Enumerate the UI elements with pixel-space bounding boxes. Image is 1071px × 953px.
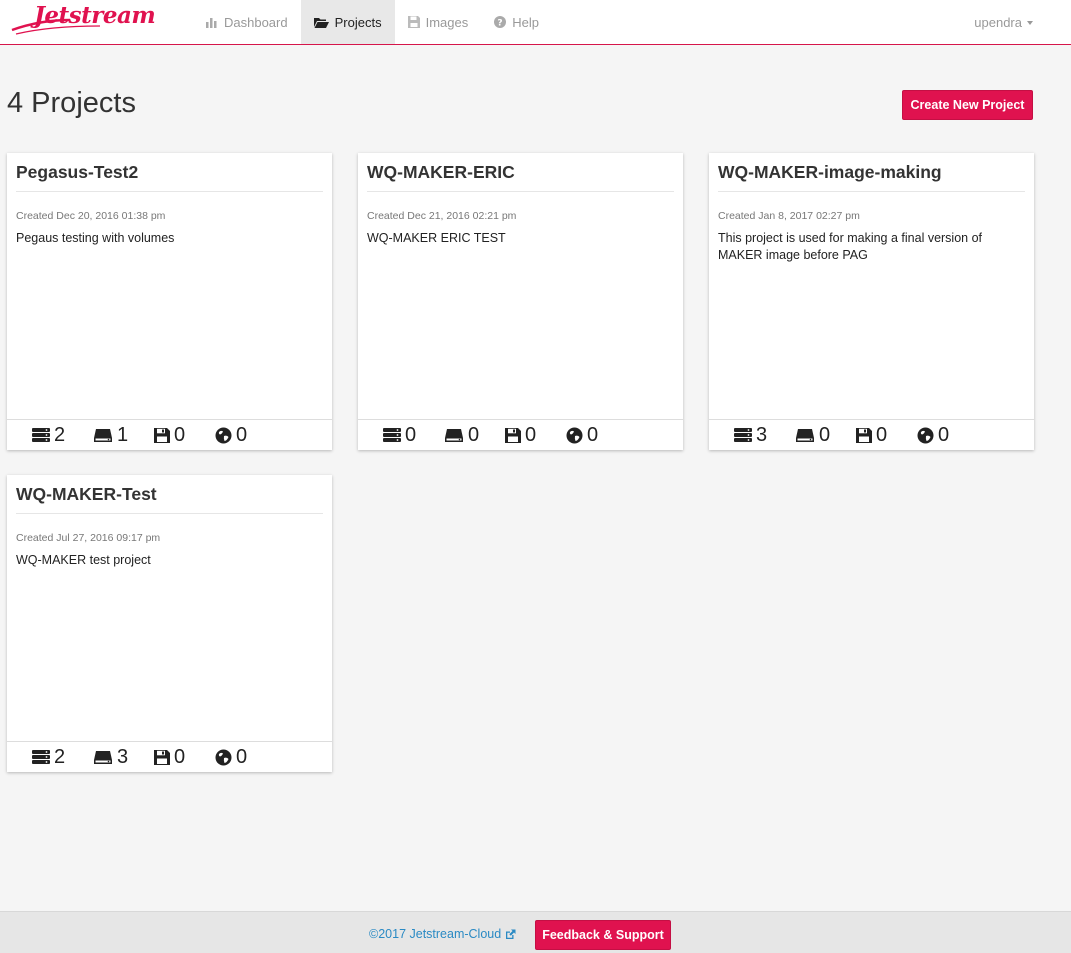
project-resource-counts: 2 3 0 0 <box>7 741 332 772</box>
project-title[interactable]: WQ-MAKER-ERIC <box>367 162 674 192</box>
volumes-count[interactable]: 0 <box>795 424 856 447</box>
project-card[interactable]: WQ-MAKER-ERIC Created Dec 21, 2016 02:21… <box>358 153 683 450</box>
server-stack-icon <box>32 428 50 442</box>
instances-count[interactable]: 2 <box>32 424 93 447</box>
nav-item-projects[interactable]: Projects <box>300 0 395 44</box>
external-link-icon <box>506 929 516 939</box>
top-navbar: Jetstream Dashboard Projects Images ? He… <box>0 0 1071 45</box>
hard-drive-icon <box>94 429 112 442</box>
nav-item-images[interactable]: Images <box>395 0 482 44</box>
volumes-count[interactable]: 3 <box>93 746 154 769</box>
project-card[interactable]: Pegasus-Test2 Created Dec 20, 2016 01:38… <box>7 153 332 450</box>
images-count[interactable]: 0 <box>856 424 917 447</box>
user-menu[interactable]: upendra <box>974 0 1033 44</box>
instances-count[interactable]: 0 <box>383 424 444 447</box>
project-card[interactable]: WQ-MAKER-image-making Created Jan 8, 201… <box>709 153 1034 450</box>
project-title[interactable]: WQ-MAKER-Test <box>16 484 323 514</box>
project-resource-counts: 3 0 0 0 <box>709 419 1034 450</box>
instances-count[interactable]: 3 <box>734 424 795 447</box>
hard-drive-icon <box>94 751 112 764</box>
logo-text: Jetstream <box>34 2 156 29</box>
images-count[interactable]: 0 <box>154 746 215 769</box>
count-value: 0 <box>525 423 537 446</box>
nav-item-label: Projects <box>334 14 382 30</box>
images-count[interactable]: 0 <box>505 424 566 447</box>
images-count[interactable]: 0 <box>154 424 215 447</box>
server-stack-icon <box>734 428 752 442</box>
count-value: 0 <box>819 423 831 446</box>
count-value: 1 <box>117 423 129 446</box>
project-created-date: Created Dec 20, 2016 01:38 pm <box>16 210 166 222</box>
project-resource-counts: 2 1 0 0 <box>7 419 332 450</box>
chevron-down-icon <box>1027 21 1033 25</box>
nav-item-dashboard[interactable]: Dashboard <box>193 0 301 44</box>
globe-icon <box>215 427 232 443</box>
project-card[interactable]: WQ-MAKER-Test Created Jul 27, 2016 09:17… <box>7 475 332 772</box>
nav-item-label: Help <box>512 14 539 30</box>
count-value: 0 <box>174 423 186 446</box>
copyright-link[interactable]: ©2017 Jetstream-Cloud <box>369 927 516 941</box>
project-description: Pegaus testing with volumes <box>16 231 175 245</box>
count-value: 0 <box>938 423 950 446</box>
count-value: 2 <box>54 745 66 768</box>
project-created-date: Created Dec 21, 2016 02:21 pm <box>367 210 517 222</box>
count-value: 2 <box>54 423 66 446</box>
project-created-date: Created Jul 27, 2016 09:17 pm <box>16 532 161 544</box>
jetstream-logo[interactable]: Jetstream <box>10 0 156 40</box>
nav-item-label: Images <box>425 14 469 30</box>
project-description: WQ-MAKER ERIC TEST <box>367 231 506 245</box>
project-description: WQ-MAKER test project <box>16 553 151 567</box>
count-value: 0 <box>405 423 417 446</box>
server-stack-icon <box>32 750 50 764</box>
count-value: 0 <box>876 423 888 446</box>
bar-chart-icon <box>206 17 217 28</box>
folder-open-icon <box>313 17 329 28</box>
volumes-count[interactable]: 0 <box>444 424 505 447</box>
project-created-date: Created Jan 8, 2017 02:27 pm <box>718 210 860 222</box>
count-value: 0 <box>468 423 480 446</box>
nav-item-help[interactable]: ? Help <box>481 0 552 44</box>
floppy-disk-icon <box>856 428 872 443</box>
project-title[interactable]: Pegasus-Test2 <box>16 162 323 192</box>
globe-icon <box>566 427 583 443</box>
page-title: 4 Projects <box>7 87 136 119</box>
count-value: 0 <box>587 423 599 446</box>
hard-drive-icon <box>445 429 463 442</box>
instances-count[interactable]: 2 <box>32 746 93 769</box>
project-description: This project is used for making a final … <box>718 231 983 262</box>
server-stack-icon <box>383 428 401 442</box>
page-footer: ©2017 Jetstream-Cloud Feedback & Support <box>0 911 1071 953</box>
count-value: 0 <box>236 423 248 446</box>
links-count[interactable]: 0 <box>215 424 276 447</box>
count-value: 0 <box>236 745 248 768</box>
create-new-project-button[interactable]: Create New Project <box>902 90 1033 120</box>
floppy-disk-icon <box>154 750 170 765</box>
project-resource-counts: 0 0 0 0 <box>358 419 683 450</box>
count-value: 3 <box>117 745 129 768</box>
count-value: 3 <box>756 423 768 446</box>
username: upendra <box>974 14 1022 30</box>
feedback-support-button[interactable]: Feedback & Support <box>535 920 671 950</box>
nav-item-label: Dashboard <box>224 14 288 30</box>
project-title[interactable]: WQ-MAKER-image-making <box>718 162 1025 192</box>
links-count[interactable]: 0 <box>566 424 627 447</box>
copyright-text: ©2017 Jetstream-Cloud <box>369 927 502 941</box>
floppy-disk-icon <box>154 428 170 443</box>
globe-icon <box>917 427 934 443</box>
links-count[interactable]: 0 <box>215 746 276 769</box>
count-value: 0 <box>174 745 186 768</box>
floppy-disk-icon <box>407 16 420 28</box>
volumes-count[interactable]: 1 <box>93 424 154 447</box>
hard-drive-icon <box>796 429 814 442</box>
question-circle-icon: ? <box>494 16 507 29</box>
globe-icon <box>215 749 232 765</box>
floppy-disk-icon <box>505 428 521 443</box>
svg-text:?: ? <box>498 19 503 29</box>
links-count[interactable]: 0 <box>917 424 978 447</box>
main-nav: Dashboard Projects Images ? Help <box>193 0 552 44</box>
